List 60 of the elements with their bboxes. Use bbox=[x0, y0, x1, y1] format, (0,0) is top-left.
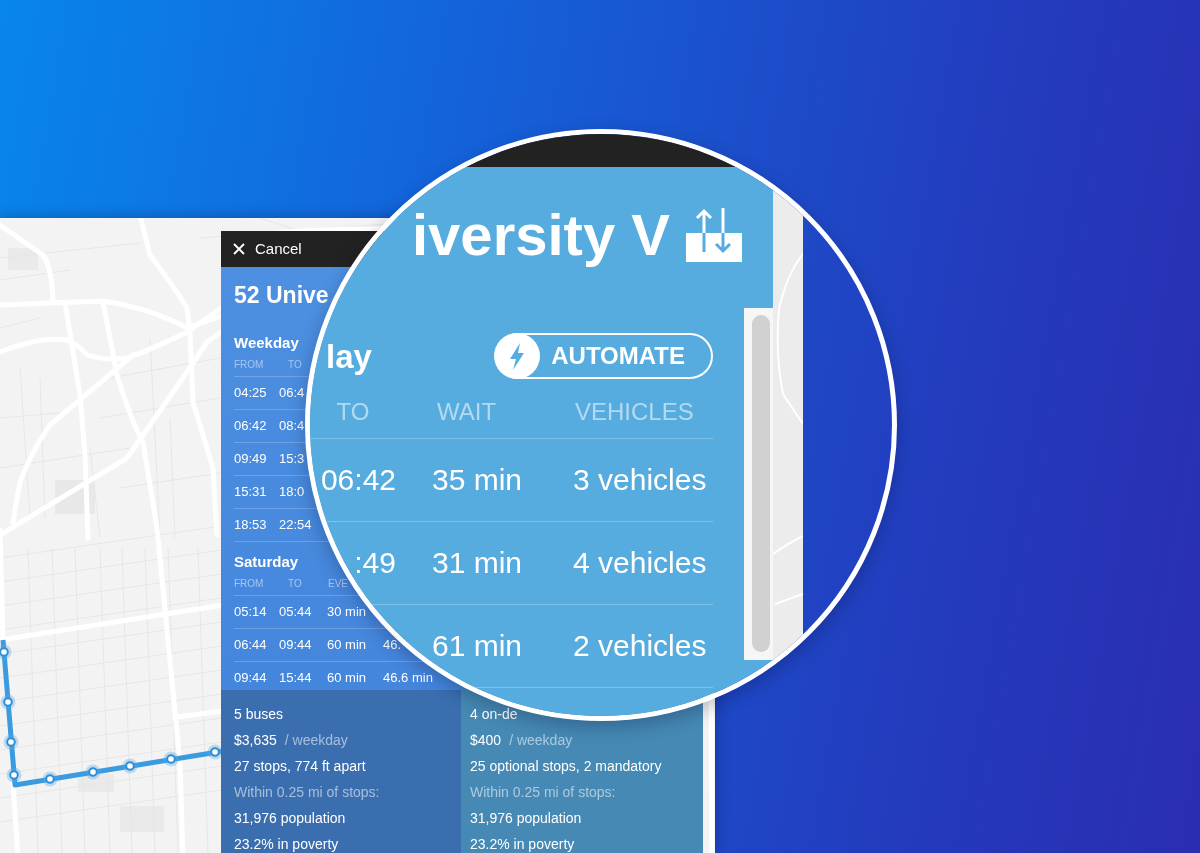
table-cell: 08:4 bbox=[279, 418, 305, 434]
table-cell: 06:44 bbox=[234, 637, 267, 653]
table-cell: 46.6 min bbox=[383, 670, 433, 686]
stat-text: 5 buses bbox=[234, 705, 284, 723]
table-cell: 22:54 bbox=[279, 517, 312, 533]
table-cell: 15:44 bbox=[279, 670, 312, 686]
stat-text: $400 bbox=[470, 731, 502, 749]
stat-text: 31,976 population bbox=[234, 809, 346, 827]
column-header: VEHICLES bbox=[575, 400, 694, 424]
table-cell: :49 bbox=[354, 550, 396, 576]
close-icon bbox=[233, 243, 245, 255]
table-cell: 15:31 bbox=[234, 484, 267, 500]
table-cell: 2 vehicles bbox=[573, 633, 707, 659]
stat-caption: Within 0.25 mi of stops: bbox=[470, 783, 616, 801]
route-title: 52 Unive bbox=[234, 281, 329, 309]
column-header: FROM bbox=[234, 359, 264, 371]
column-header: TO bbox=[288, 359, 302, 371]
stat-text: 4 on-de bbox=[470, 705, 518, 723]
table-cell: 09:49 bbox=[234, 451, 267, 467]
stat-unit: / weekday bbox=[509, 731, 573, 749]
table-cell: 18:53 bbox=[234, 517, 267, 533]
table-cell: 4 vehicles bbox=[573, 550, 707, 576]
stat-text: 31,976 population bbox=[470, 809, 582, 827]
stat-text: 25 optional stops, 2 mandatory bbox=[470, 757, 662, 775]
stat-text: 27 stops, 774 ft apart bbox=[234, 757, 366, 775]
table-cell: 09:44 bbox=[279, 637, 312, 653]
table-cell: 35 min bbox=[432, 467, 523, 493]
table-cell: 18:0 bbox=[279, 484, 305, 500]
table-cell: 06:4 bbox=[279, 385, 305, 401]
stat-text: 23.2% in poverty bbox=[234, 835, 339, 853]
table-cell: 09:44 bbox=[234, 670, 267, 686]
section-heading: Saturday bbox=[234, 553, 299, 571]
column-header: TO bbox=[336, 400, 370, 424]
column-header: EVE bbox=[328, 578, 348, 590]
stat-caption: Within 0.25 mi of stops: bbox=[234, 783, 380, 801]
cancel-button[interactable]: Cancel bbox=[233, 240, 302, 258]
table-cell: 60 min bbox=[327, 670, 367, 686]
table-cell: 05:14 bbox=[234, 604, 267, 620]
column-header: WAIT bbox=[437, 400, 497, 424]
table-cell: 06:42 bbox=[320, 467, 396, 493]
table-cell: 05:44 bbox=[279, 604, 312, 620]
table-cell: 60 min bbox=[327, 637, 367, 653]
table-cell: 15:3 bbox=[279, 451, 305, 467]
section-heading: Weekday bbox=[234, 334, 299, 352]
stat-unit: / weekday bbox=[284, 731, 348, 749]
section-heading: lay bbox=[326, 339, 372, 373]
table-cell: 61 min bbox=[432, 633, 523, 659]
stat-text: 23.2% in poverty bbox=[470, 835, 575, 853]
table-cell: 46. bbox=[383, 637, 402, 653]
column-header: FROM bbox=[234, 578, 264, 590]
table-cell: 30 min bbox=[327, 604, 367, 620]
table-cell: 06:42 bbox=[234, 418, 267, 434]
table-cell: 04:25 bbox=[234, 385, 267, 401]
scrollbar-thumb[interactable] bbox=[752, 315, 770, 652]
stat-text: $3,635 bbox=[234, 731, 277, 749]
arrows-tray-icon[interactable] bbox=[686, 208, 742, 262]
table-cell: 3 vehicles bbox=[573, 467, 707, 493]
bolt-icon bbox=[494, 333, 541, 379]
column-header: TO bbox=[288, 578, 302, 590]
table-cell: 31 min bbox=[432, 550, 523, 576]
